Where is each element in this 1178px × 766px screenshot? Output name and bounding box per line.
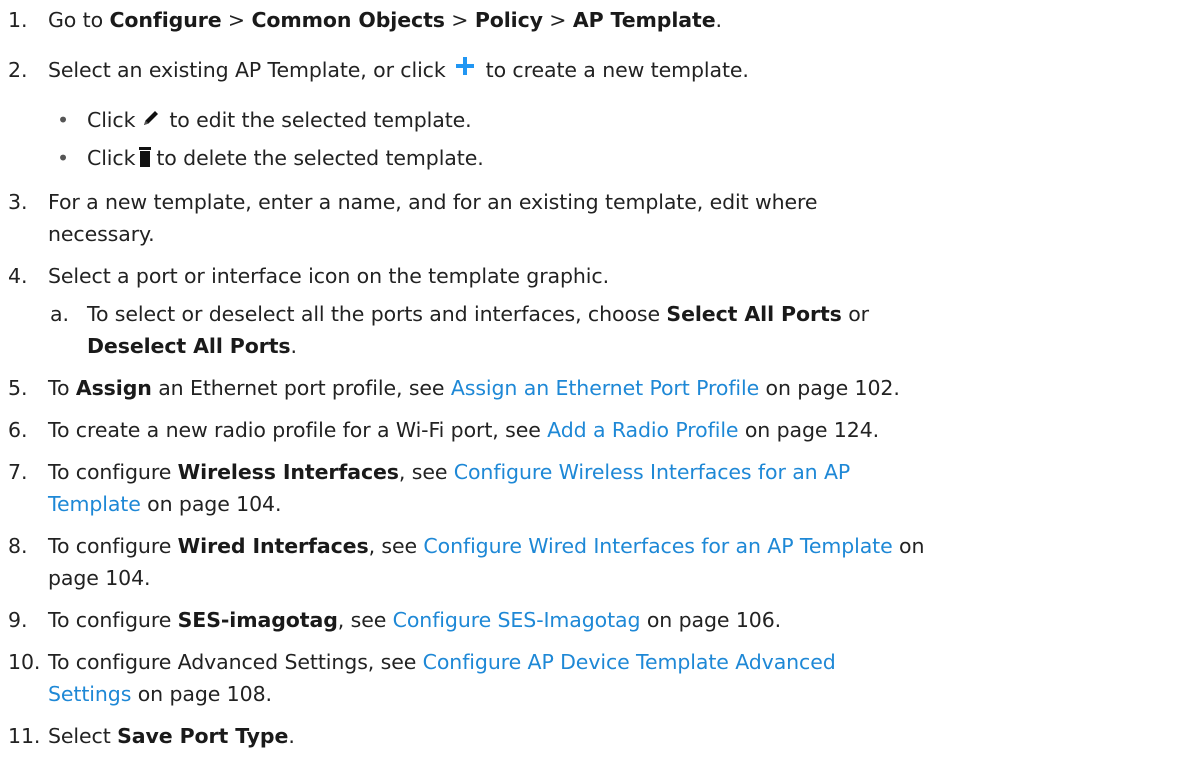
step-number: 8.: [8, 534, 28, 558]
step-text: To configure Wireless Interfaces, see Co…: [48, 460, 851, 484]
section-wireless-interfaces: Wireless Interfaces: [177, 460, 399, 484]
pencil-icon: [141, 107, 161, 127]
link-configure-ses-imagotag[interactable]: Configure SES-Imagotag: [393, 608, 641, 632]
step-text: page 104.: [48, 566, 151, 590]
action-save-port-type: Save Port Type: [117, 724, 289, 748]
step-number: 5.: [8, 376, 28, 400]
link-add-radio-profile[interactable]: Add a Radio Profile: [547, 418, 738, 442]
link-configure-wireless-interfaces[interactable]: Configure Wireless Interfaces for an AP: [454, 460, 851, 484]
step-text: Template on page 104.: [48, 492, 282, 516]
link-assign-ethernet-port-profile[interactable]: Assign an Ethernet Port Profile: [451, 376, 759, 400]
step-text: Select an existing AP Template, or click…: [48, 56, 749, 84]
bullet-text: Click to edit the selected template.: [87, 107, 472, 132]
plus-icon: [454, 55, 476, 77]
bullet-dot: •: [57, 146, 69, 170]
step-number: 7.: [8, 460, 28, 484]
step-text: Select a port or interface icon on the t…: [48, 264, 609, 288]
document-page: 1. Go to Configure > Common Objects > Po…: [0, 0, 1178, 766]
step-number: 3.: [8, 190, 28, 214]
step-text: To create a new radio profile for a Wi-F…: [48, 418, 880, 442]
section-ses-imagotag: SES-imagotag: [177, 608, 338, 632]
section-wired-interfaces: Wired Interfaces: [177, 534, 369, 558]
option-select-all-ports: Select All Ports: [666, 302, 842, 326]
step-text: To select or deselect all the ports and …: [87, 302, 869, 326]
link-configure-advanced-settings[interactable]: Configure AP Device Template Advanced: [423, 650, 836, 674]
menu-policy: Policy: [474, 8, 543, 32]
step-text: To configure SES-imagotag, see Configure…: [48, 608, 782, 632]
link-configure-wired-interfaces[interactable]: Configure Wired Interfaces for an AP Tem…: [423, 534, 892, 558]
step-text: necessary.: [48, 222, 155, 246]
link-configure-advanced-settings-cont[interactable]: Settings: [48, 682, 131, 706]
menu-configure: Configure: [109, 8, 222, 32]
step-text: For a new template, enter a name, and fo…: [48, 190, 818, 214]
bullet-dot: •: [57, 108, 69, 132]
step-number: 6.: [8, 418, 28, 442]
step-text: Go to Configure > Common Objects > Polic…: [48, 8, 722, 32]
step-text: Deselect All Ports.: [87, 334, 297, 358]
step-number: 1.: [8, 8, 28, 32]
step-number: 9.: [8, 608, 28, 632]
step-number: 2.: [8, 58, 28, 82]
step-text: To configure Advanced Settings, see Conf…: [48, 650, 836, 674]
step-letter: a.: [50, 302, 69, 326]
step-number: 4.: [8, 264, 28, 288]
step-text: To Assign an Ethernet port profile, see …: [48, 376, 900, 400]
step-text: Select Save Port Type.: [48, 724, 295, 748]
step-text: Settings on page 108.: [48, 682, 272, 706]
menu-common-objects: Common Objects: [251, 8, 445, 32]
step-number: 10.: [8, 650, 41, 674]
action-assign: Assign: [75, 376, 152, 400]
trash-icon: [139, 146, 152, 167]
bullet-text: Click to delete the selected template.: [87, 146, 484, 170]
option-deselect-all-ports: Deselect All Ports: [87, 334, 291, 358]
step-number: 11.: [8, 724, 41, 748]
link-configure-wireless-interfaces-cont[interactable]: Template: [48, 492, 141, 516]
step-text: To configure Wired Interfaces, see Confi…: [48, 534, 925, 558]
menu-ap-template: AP Template: [572, 8, 716, 32]
